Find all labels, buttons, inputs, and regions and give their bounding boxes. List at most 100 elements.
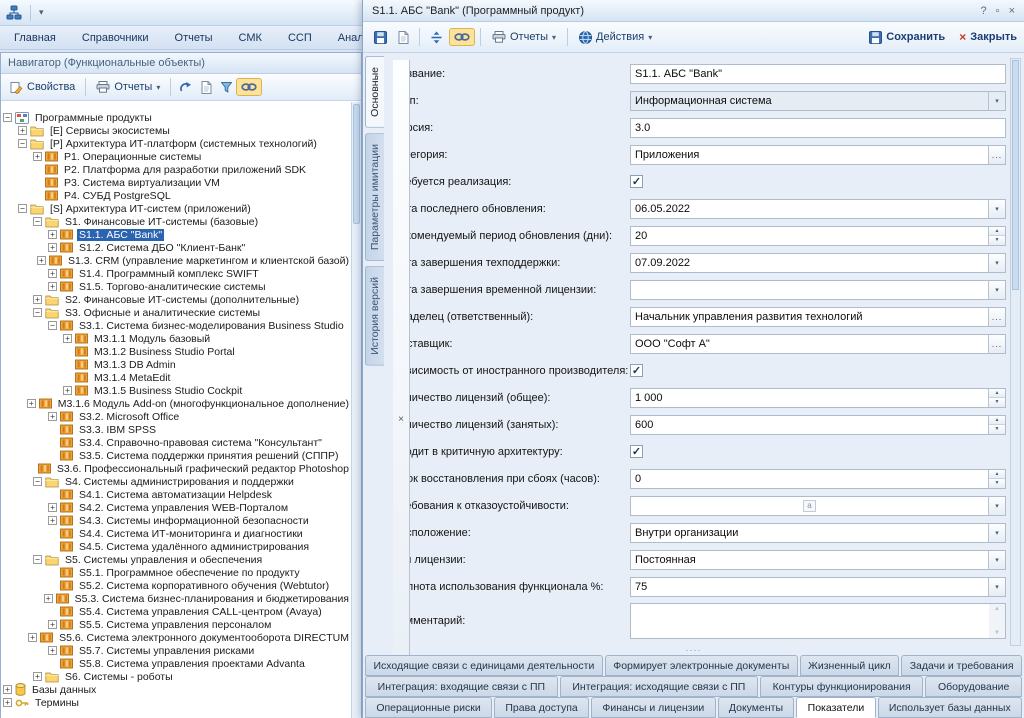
tree-item[interactable]: +S4.3. Системы информационной безопаснос… — [1, 514, 351, 527]
tree-item[interactable]: S4.5. Система удалённого администрирован… — [1, 540, 351, 553]
scroll-down-icon[interactable]: ▼ — [989, 630, 1005, 636]
save-button[interactable]: Сохранить — [869, 31, 945, 44]
tree-item[interactable]: −[S] Архитектура ИТ-систем (приложений) — [1, 202, 351, 215]
tree-scrollbar[interactable] — [351, 102, 361, 718]
tree-item[interactable]: +S1.3. CRM (управление маркетингом и кли… — [1, 254, 351, 267]
dropdown-arrow-button[interactable]: ▾ — [988, 497, 1005, 515]
tree-item[interactable]: −S5. Системы управления и обеспечения — [1, 553, 351, 566]
collapse-icon[interactable]: − — [3, 113, 12, 122]
spin-down-icon[interactable]: ▼ — [989, 236, 1005, 245]
expand-icon[interactable]: + — [28, 633, 37, 642]
side-tab[interactable]: Параметры имитации — [365, 133, 384, 261]
tree-item[interactable]: +M3.1.6 Модуль Add-on (многофункциональн… — [1, 397, 351, 410]
spin-up-icon[interactable]: ▲ — [989, 416, 1005, 426]
link-mode-button[interactable] — [450, 29, 474, 45]
tree-item[interactable]: +Базы данных — [1, 683, 351, 696]
bottom-tab[interactable]: Жизненный цикл — [800, 655, 900, 676]
collapse-icon[interactable]: − — [48, 321, 57, 330]
maximize-button[interactable]: ▫ — [996, 5, 1000, 17]
number-input[interactable]: 0 — [631, 470, 988, 488]
close-window-button[interactable]: × — [1009, 5, 1015, 17]
number-input[interactable]: 20 — [631, 227, 988, 245]
expand-icon[interactable]: + — [48, 243, 57, 252]
expand-icon[interactable]: + — [48, 282, 57, 291]
ellipsis-button[interactable]: ... — [988, 308, 1005, 326]
expand-icon[interactable]: + — [44, 594, 53, 603]
tree-item[interactable]: +M3.1.5 Business Studio Cockpit — [1, 384, 351, 397]
tree-item[interactable]: M3.1.2 Business Studio Portal — [1, 345, 351, 358]
tree-item[interactable]: +S1.2. Система ДБО "Клиент-Банк" — [1, 241, 351, 254]
dropdown-arrow-button[interactable]: ▾ — [988, 578, 1005, 596]
menu-item-3[interactable]: Отчеты — [175, 32, 213, 44]
expand-icon[interactable]: + — [18, 126, 27, 135]
expand-icon[interactable]: + — [48, 516, 57, 525]
collapse-icon[interactable]: − — [33, 308, 42, 317]
close-button[interactable]: × Закрыть — [959, 30, 1017, 44]
dropdown-input[interactable]: Внутри организации — [631, 524, 988, 542]
splitter-handle[interactable]: ···· — [363, 648, 1024, 654]
spin-down-icon[interactable]: ▼ — [989, 398, 1005, 407]
menu-item-1[interactable]: Главная — [14, 32, 56, 44]
ellipsis-button[interactable]: ... — [988, 146, 1005, 164]
tree-item[interactable]: −S1. Финансовые ИТ-системы (базовые) — [1, 215, 351, 228]
dropdown-input[interactable]: 06.05.2022 — [631, 200, 988, 218]
expand-icon[interactable]: + — [63, 334, 72, 343]
tree-item[interactable]: −S3.1. Система бизнес-моделирования Busi… — [1, 319, 351, 332]
bottom-tab[interactable]: Права доступа — [494, 697, 589, 718]
bottom-tab[interactable]: Показатели — [796, 697, 875, 718]
dropdown-input[interactable]: 07.09.2022 — [631, 254, 988, 272]
tree-item[interactable]: +S5.7. Системы управления рисками — [1, 644, 351, 657]
quick-access-arrow-icon[interactable]: ▾ — [39, 7, 44, 18]
dropdown-arrow-button[interactable]: ▾ — [988, 281, 1005, 299]
tree-item[interactable]: S4.4. Система ИТ-мониторинга и диагности… — [1, 527, 351, 540]
tree-item[interactable]: +S5.6. Система электронного документообо… — [1, 631, 351, 644]
side-tab[interactable]: Основные — [365, 56, 384, 128]
refresh-button[interactable] — [394, 28, 413, 47]
tree-item[interactable]: +[E] Сервисы экосистемы — [1, 124, 351, 137]
reports-button[interactable]: Отчеты ▾ — [487, 28, 561, 46]
expand-icon[interactable]: + — [33, 672, 42, 681]
spinner-buttons[interactable]: ▲▼ — [988, 470, 1005, 488]
bottom-tab[interactable]: Задачи и требования — [901, 655, 1022, 676]
tree-item[interactable]: −[P] Архитектура ИТ-платформ (системных … — [1, 137, 351, 150]
tree-item[interactable]: +S5.3. Система бизнес-планирования и бюд… — [1, 592, 351, 605]
tree-item[interactable]: M3.1.4 MetaEdit — [1, 371, 351, 384]
tree-item[interactable]: +S2. Финансовые ИТ-системы (дополнительн… — [1, 293, 351, 306]
tree-item[interactable]: +S1.1. АБС "Bank" — [1, 228, 351, 241]
help-button[interactable]: ? — [981, 5, 987, 17]
number-input[interactable]: 1 000 — [631, 389, 988, 407]
reports-button[interactable]: Отчеты ▾ — [90, 78, 166, 96]
expand-icon[interactable]: + — [48, 503, 57, 512]
expand-icon[interactable]: + — [33, 295, 42, 304]
dropdown-arrow-button[interactable]: ▾ — [988, 254, 1005, 272]
scrollbar-thumb[interactable] — [1012, 60, 1019, 290]
tree-item[interactable]: P2. Платформа для разработки приложений … — [1, 163, 351, 176]
tree-item[interactable]: S3.6. Профессиональный графический редак… — [1, 462, 351, 475]
tree-item[interactable]: +S1.5. Торгово-аналитические системы — [1, 280, 351, 293]
spinner-buttons[interactable]: ▲▼ — [988, 227, 1005, 245]
bottom-tab[interactable]: Исходящие связи с единицами деятельности — [365, 655, 603, 676]
collapse-icon[interactable]: − — [33, 477, 42, 486]
link-mode-button[interactable] — [237, 79, 261, 95]
tree-item[interactable]: M3.1.3 DB Admin — [1, 358, 351, 371]
collapse-icon[interactable]: − — [18, 204, 27, 213]
memo-input[interactable]: a — [631, 497, 988, 515]
bottom-tab[interactable]: Интеграция: исходящие связи с ПП — [560, 676, 758, 697]
expand-icon[interactable]: + — [3, 698, 12, 707]
lookup-input[interactable]: Приложения — [631, 146, 988, 164]
split-view-button[interactable] — [426, 28, 447, 47]
refresh-button[interactable] — [197, 78, 216, 97]
spin-up-icon[interactable]: ▲ — [989, 227, 1005, 237]
dropdown-arrow-button[interactable]: ▾ — [988, 200, 1005, 218]
expand-icon[interactable]: + — [3, 685, 12, 694]
tree-item[interactable]: S5.4. Система управления CALL-центром (A… — [1, 605, 351, 618]
tree-item[interactable]: −S4. Системы администрирования и поддерж… — [1, 475, 351, 488]
tree-item[interactable]: +S6. Системы - роботы — [1, 670, 351, 683]
tree-item[interactable]: S5.1. Программное обеспечение по продукт… — [1, 566, 351, 579]
tree-item[interactable]: +Термины — [1, 696, 351, 709]
lookup-input[interactable]: ООО "Софт А" — [631, 335, 988, 353]
expand-icon[interactable]: + — [37, 256, 46, 265]
bottom-tab[interactable]: Контуры функционирования — [760, 676, 923, 697]
go-to-button[interactable] — [175, 78, 196, 96]
checkbox[interactable]: ✓ — [630, 364, 643, 377]
